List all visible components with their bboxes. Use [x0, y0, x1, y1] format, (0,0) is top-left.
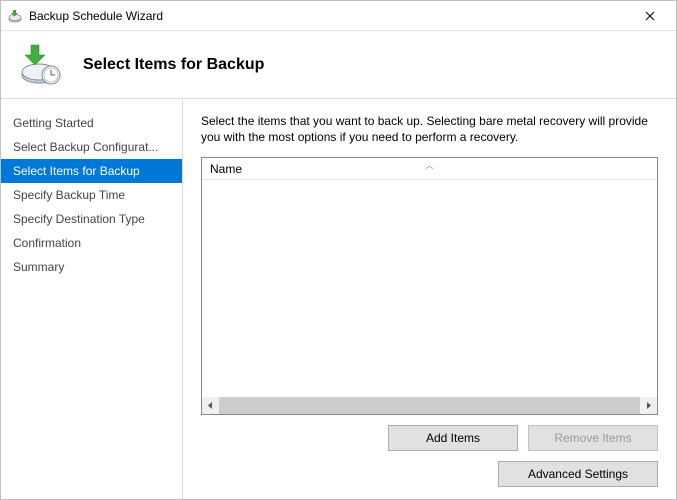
step-specify-destination-type[interactable]: Specify Destination Type [1, 207, 182, 231]
backup-icon [17, 41, 65, 89]
title-bar: Backup Schedule Wizard [1, 1, 676, 31]
page-title: Select Items for Backup [83, 56, 264, 74]
scrollbar-track[interactable] [219, 397, 640, 414]
remove-items-button[interactable]: Remove Items [528, 425, 658, 451]
item-buttons-row: Add Items Remove Items [201, 425, 658, 451]
step-select-backup-configuration[interactable]: Select Backup Configurat... [1, 135, 182, 159]
step-select-items-for-backup[interactable]: Select Items for Backup [1, 159, 182, 183]
wizard-header: Select Items for Backup [1, 31, 676, 99]
wizard-main-panel: Select the items that you want to back u… [183, 99, 676, 499]
step-getting-started[interactable]: Getting Started [1, 111, 182, 135]
step-summary[interactable]: Summary [1, 255, 182, 279]
wizard-steps-sidebar: Getting Started Select Backup Configurat… [1, 99, 183, 499]
listview-body[interactable] [202, 180, 657, 397]
advanced-settings-button[interactable]: Advanced Settings [498, 461, 658, 487]
sort-caret-icon: ︿ [426, 160, 434, 171]
items-listview[interactable]: Name ︿ [201, 157, 658, 415]
advanced-buttons-row: Advanced Settings [201, 461, 658, 487]
step-specify-backup-time[interactable]: Specify Backup Time [1, 183, 182, 207]
step-confirmation[interactable]: Confirmation [1, 231, 182, 255]
wizard-body: Getting Started Select Backup Configurat… [1, 99, 676, 499]
horizontal-scrollbar[interactable] [202, 397, 657, 414]
app-icon [7, 8, 23, 24]
scroll-right-button[interactable] [640, 397, 657, 414]
close-button[interactable] [628, 2, 672, 30]
wizard-window: Backup Schedule Wizard Select Items for … [0, 0, 677, 500]
scrollbar-thumb[interactable] [219, 397, 640, 414]
add-items-button[interactable]: Add Items [388, 425, 518, 451]
window-title: Backup Schedule Wizard [29, 9, 628, 23]
listview-header[interactable]: Name ︿ [202, 158, 657, 180]
column-name[interactable]: Name [202, 158, 250, 180]
instruction-text: Select the items that you want to back u… [201, 113, 658, 145]
scroll-left-button[interactable] [202, 397, 219, 414]
